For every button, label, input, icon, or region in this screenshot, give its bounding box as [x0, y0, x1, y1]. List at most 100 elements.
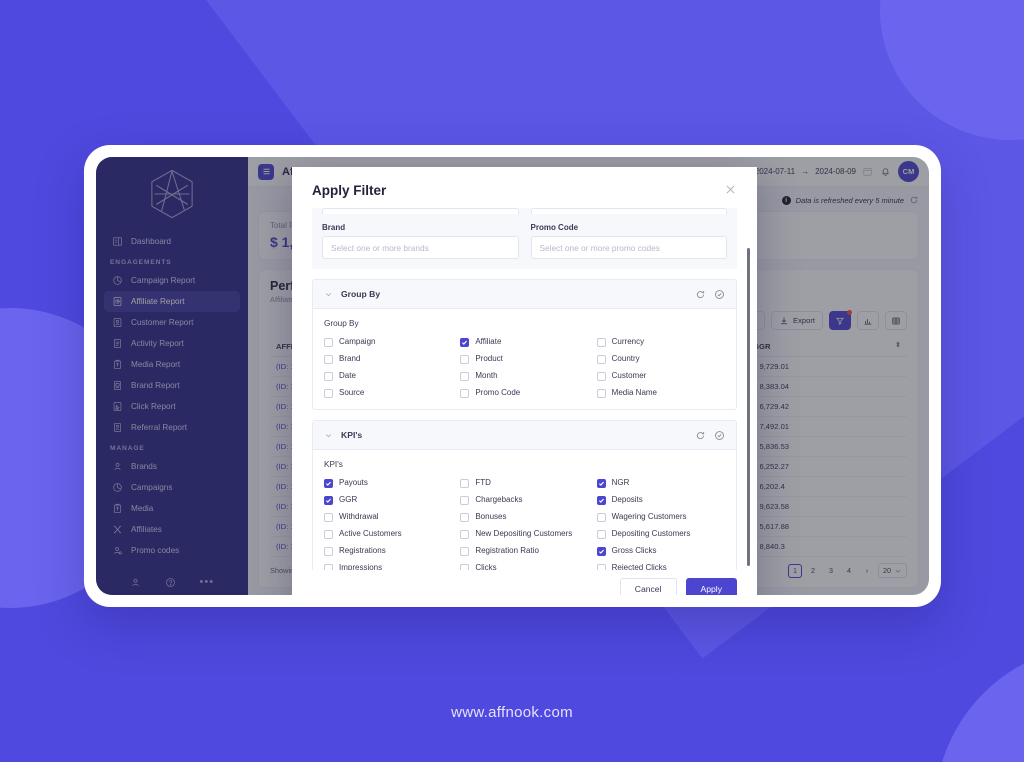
modal-body: Brand Select one or more brands Promo Co… [292, 208, 757, 570]
checkbox-label: Brand [339, 354, 361, 363]
checkbox-gross-clicks[interactable]: Gross Clicks [596, 546, 725, 556]
checkbox-ggr[interactable]: GGR [324, 495, 452, 505]
checkbox-box [596, 530, 606, 539]
app-screen: Dashboard ENGAGEMENTS Campaign Report Af… [96, 157, 929, 595]
checkbox-label: Campaign [339, 337, 376, 346]
checkbox-label: Promo Code [475, 388, 521, 397]
apply-button[interactable]: Apply [685, 578, 737, 595]
checkbox-label: FTD [475, 478, 491, 487]
apply-filter-modal: Apply Filter Brand Select one or more br… [292, 167, 757, 595]
promo-code-field: Promo Code Select one or more promo code… [530, 223, 727, 259]
checkbox-label: GGR [339, 495, 358, 504]
checkbox-box [596, 372, 606, 381]
checkbox-box [460, 530, 470, 539]
checkbox-deposits[interactable]: Deposits [596, 495, 725, 505]
group-by-section-header[interactable]: Group By [313, 280, 736, 309]
reset-icon[interactable] [695, 430, 706, 441]
checkbox-date[interactable]: Date [324, 371, 452, 381]
check-circle-icon[interactable] [714, 430, 725, 441]
checkbox-rejected-clicks[interactable]: Rejected Clicks [596, 563, 725, 570]
checkbox-campaign[interactable]: Campaign [324, 337, 452, 347]
checkbox-label: Customer [611, 371, 647, 380]
checkbox-box [596, 513, 606, 522]
field-stub-left[interactable] [322, 208, 519, 214]
checkbox-withdrawal[interactable]: Withdrawal [324, 512, 452, 522]
checkbox-box [460, 564, 470, 570]
checkbox-box [324, 372, 333, 381]
checkbox-label: Product [475, 354, 503, 363]
group-by-checkbox-grid: Campaign Affiliate Currency Brand Produc… [324, 337, 725, 398]
checkbox-label: Payouts [339, 478, 368, 487]
checkbox-box [460, 372, 470, 381]
group-by-actions [695, 289, 725, 300]
checkbox-source[interactable]: Source [324, 388, 452, 398]
chevron-down-icon [325, 292, 332, 296]
checkbox-box [460, 547, 470, 556]
reset-icon[interactable] [695, 289, 706, 300]
chevron-down-icon [325, 433, 332, 437]
checkbox-chargebacks[interactable]: Chargebacks [460, 495, 588, 505]
kpis-body: KPI's Payouts FTD NGR GGR Chargebacks De… [313, 450, 736, 570]
kpis-actions [695, 430, 725, 441]
checkbox-box [324, 338, 333, 347]
cancel-button[interactable]: Cancel [619, 578, 677, 595]
checkbox-box [324, 389, 333, 398]
checkbox-brand[interactable]: Brand [324, 354, 452, 364]
checkbox-box [460, 513, 470, 522]
modal-scrollbar-thumb[interactable] [746, 248, 750, 566]
brand-input[interactable]: Select one or more brands [322, 236, 519, 259]
promo-code-field-label: Promo Code [530, 223, 579, 232]
checkbox-label: Media Name [611, 388, 658, 397]
promo-code-input[interactable]: Select one or more promo codes [530, 236, 727, 259]
checkbox-label: Wagering Customers [611, 512, 687, 521]
kpis-section-header[interactable]: KPI's [313, 421, 736, 450]
checkbox-product[interactable]: Product [460, 354, 588, 364]
field-stub-right[interactable] [530, 208, 727, 214]
checkbox-box [460, 355, 470, 364]
checkbox-active-customers[interactable]: Active Customers [324, 529, 452, 539]
checkbox-impressions[interactable]: Impressions [324, 563, 452, 570]
group-by-header-label: Group By [341, 289, 381, 299]
modal-title: Apply Filter [312, 183, 387, 198]
checkbox-new-depositing-customers[interactable]: New Depositing Customers [460, 529, 588, 539]
checkbox-currency[interactable]: Currency [596, 337, 725, 347]
checkbox-label: Registration Ratio [475, 546, 539, 555]
checkbox-ftd[interactable]: FTD [460, 478, 588, 488]
checkbox-box [324, 496, 333, 505]
checkbox-customer[interactable]: Customer [596, 371, 725, 381]
checkbox-box [460, 338, 470, 347]
kpis-header-label: KPI's [341, 430, 363, 440]
checkbox-month[interactable]: Month [460, 371, 588, 381]
checkbox-box [324, 479, 333, 488]
checkbox-wagering-customers[interactable]: Wagering Customers [596, 512, 725, 522]
checkbox-box [324, 355, 333, 364]
checkbox-bonuses[interactable]: Bonuses [460, 512, 588, 522]
checkbox-promo-code[interactable]: Promo Code [460, 388, 588, 398]
checkbox-box [596, 355, 606, 364]
checkbox-clicks[interactable]: Clicks [460, 563, 588, 570]
modal-scroll-content: Brand Select one or more brands Promo Co… [312, 208, 737, 570]
checkbox-box [324, 513, 333, 522]
checkbox-ngr[interactable]: NGR [596, 478, 725, 488]
check-circle-icon[interactable] [714, 289, 725, 300]
footer-url: www.affnook.com [451, 704, 573, 721]
checkbox-depositing-customers[interactable]: Depositing Customers [596, 529, 725, 539]
checkbox-label: Depositing Customers [611, 529, 691, 538]
checkbox-payouts[interactable]: Payouts [324, 478, 452, 488]
checkbox-label: Bonuses [475, 512, 507, 521]
checkbox-label: Source [339, 388, 365, 397]
checkbox-label: Gross Clicks [611, 546, 657, 555]
checkbox-country[interactable]: Country [596, 354, 725, 364]
checkbox-affiliate[interactable]: Affiliate [460, 337, 588, 347]
brand-field-label: Brand [322, 223, 346, 232]
modal-footer: Cancel Apply [292, 570, 757, 595]
checkbox-label: Registrations [339, 546, 386, 555]
checkbox-label: Month [475, 371, 498, 380]
checkbox-label: Impressions [339, 563, 383, 570]
checkbox-box [596, 389, 606, 398]
checkbox-registrations[interactable]: Registrations [324, 546, 452, 556]
checkbox-label: Date [339, 371, 356, 380]
checkbox-media-name[interactable]: Media Name [596, 388, 725, 398]
close-icon[interactable] [724, 183, 737, 196]
checkbox-registration-ratio[interactable]: Registration Ratio [460, 546, 588, 556]
